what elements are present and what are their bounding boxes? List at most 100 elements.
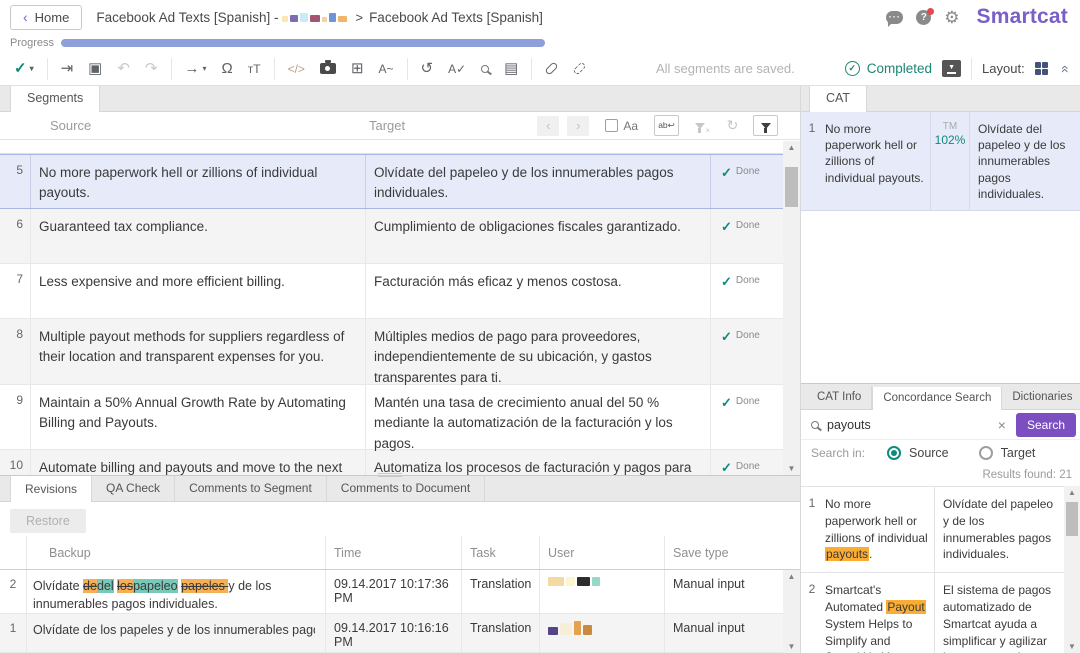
cat-match-row[interactable]: 1 No more paperwork hell or zillions of …: [801, 112, 1080, 211]
concordance-scrollbar[interactable]: ▲ ▼: [1064, 486, 1080, 653]
tab-dictionaries[interactable]: Dictionaries: [1002, 386, 1080, 409]
spellcheck-icon[interactable]: A✓: [448, 63, 466, 75]
back-chevron-icon: ‹: [23, 10, 28, 24]
goto-segment-icon[interactable]: →▾: [185, 61, 207, 76]
cat-panel: CAT 1 No more paperwork hell or zillions…: [801, 86, 1080, 383]
prev-search-result-button[interactable]: ‹: [537, 116, 559, 136]
concordance-result-row[interactable]: 2 Smartcat's Automated Payout System Hel…: [801, 573, 1064, 653]
search-button[interactable]: Search: [1016, 413, 1076, 437]
target-radio-label[interactable]: Target: [1001, 446, 1036, 460]
concordance-result-row[interactable]: 1 No more paperwork hell or zillions of …: [801, 487, 1064, 573]
revisions-scrollbar[interactable]: ▲ ▼: [783, 570, 800, 653]
special-characters-icon[interactable]: Ω: [222, 61, 233, 76]
done-check-icon: ✓: [721, 329, 732, 344]
segment-row-7[interactable]: 7 Less expensive and more efficient bill…: [0, 264, 783, 319]
segment-target[interactable]: Cumplimiento de obligaciones fiscales ga…: [365, 209, 710, 263]
tab-comments-to-document[interactable]: Comments to Document: [327, 475, 485, 501]
segment-row-8[interactable]: 8 Multiple payout methods for suppliers …: [0, 319, 783, 385]
spelling-error-icon[interactable]: A~: [379, 63, 394, 75]
tab-cat[interactable]: CAT: [809, 86, 867, 112]
chat-icon[interactable]: ···: [886, 11, 903, 24]
settings-gear-icon[interactable]: ⚙: [944, 9, 959, 26]
completed-label: Completed: [867, 61, 932, 76]
collapse-toolbar-icon[interactable]: «: [1058, 65, 1074, 73]
segment-source[interactable]: Multiple payout methods for suppliers re…: [30, 319, 365, 384]
segment-source[interactable]: No more paperwork hell or zillions of in…: [30, 155, 365, 208]
screenshot-icon[interactable]: [320, 63, 336, 74]
redo-icon[interactable]: ↷: [145, 61, 158, 76]
add-document-icon[interactable]: ⊞: [351, 61, 364, 76]
scrollbar-thumb[interactable]: [785, 167, 798, 207]
tab-cat-info[interactable]: CAT Info: [807, 386, 872, 409]
concordance-search-row: × Search: [801, 410, 1080, 440]
link-segments-icon[interactable]: [545, 61, 559, 75]
segment-status: ✓Done: [710, 319, 783, 384]
segment-source[interactable]: Guaranteed tax compliance.: [30, 209, 365, 263]
segment-target[interactable]: Facturación más eficaz y menos costosa.: [365, 264, 710, 318]
segment-source[interactable]: Maintain a 50% Annual Growth Rate by Aut…: [30, 385, 365, 449]
source-radio-label[interactable]: Source: [909, 446, 949, 460]
case-sensitive-checkbox[interactable]: [605, 119, 618, 132]
revision-row[interactable]: 2 Olvídate dedel lospapeleo papeles y de…: [0, 570, 783, 614]
unlink-segments-icon[interactable]: [573, 61, 587, 75]
filter-icon[interactable]: [753, 115, 778, 136]
ocr-image-icon[interactable]: ▣: [88, 61, 102, 76]
segment-status: ✓Done: [710, 264, 783, 318]
tab-segments[interactable]: Segments: [10, 86, 100, 112]
revision-backup-text: Olvídate de los papeles y de los innumer…: [27, 614, 326, 652]
next-search-result-button[interactable]: ›: [567, 116, 589, 136]
tab-qa-check[interactable]: QA Check: [92, 475, 175, 501]
confirm-dropdown-caret[interactable]: ▾: [30, 65, 34, 73]
segment-row-9[interactable]: 9 Maintain a 50% Annual Growth Rate by A…: [0, 385, 783, 450]
layout-grid-icon[interactable]: [1035, 62, 1049, 76]
scrollbar-thumb[interactable]: [1066, 502, 1078, 536]
segment-target[interactable]: Mantén una tasa de crecimiento anual del…: [365, 385, 710, 449]
confirm-segment-icon[interactable]: ✓▾: [14, 61, 34, 76]
help-icon[interactable]: ?: [916, 10, 931, 25]
tab-concordance-search[interactable]: Concordance Search: [872, 387, 1002, 410]
restore-button[interactable]: Restore: [10, 509, 86, 533]
scroll-down-arrow[interactable]: ▼: [783, 640, 800, 653]
segment-row-5[interactable]: 5 No more paperwork hell or zillions of …: [0, 154, 783, 209]
segments-table: 5 No more paperwork hell or zillions of …: [0, 141, 783, 475]
tab-comments-to-segment[interactable]: Comments to Segment: [175, 475, 327, 501]
insert-tag-icon[interactable]: </>: [288, 63, 305, 75]
scroll-up-arrow[interactable]: ▲: [783, 570, 800, 583]
rollback-icon[interactable]: ↺: [421, 61, 434, 76]
panel-splitter-handle[interactable]: [378, 471, 402, 478]
scroll-down-arrow[interactable]: ▼: [783, 462, 800, 475]
goto-dropdown-caret[interactable]: ▾: [203, 65, 207, 73]
wrap-text-icon[interactable]: ab↩: [654, 115, 679, 136]
undo-icon[interactable]: ↶: [117, 61, 130, 76]
copy-source-to-target-icon[interactable]: ⇥: [61, 61, 74, 76]
target-radio[interactable]: [979, 446, 993, 460]
export-download-icon[interactable]: ▼: [942, 60, 961, 77]
concordance-search-input[interactable]: [827, 418, 988, 432]
clear-filter-icon[interactable]: ×: [687, 115, 712, 136]
text-size-icon[interactable]: тT: [248, 63, 261, 75]
segment-status: ✓Done: [710, 209, 783, 263]
segment-target[interactable]: Automatiza los procesos de facturación y…: [365, 450, 710, 475]
segment-row-6[interactable]: 6 Guaranteed tax compliance. Cumplimient…: [0, 209, 783, 264]
search-segments-icon[interactable]: [481, 65, 489, 73]
revision-number: 1: [0, 614, 27, 652]
segments-scrollbar[interactable]: ▲ ▼: [783, 141, 800, 475]
segment-target[interactable]: Múltiples medios de pago para proveedore…: [365, 319, 710, 384]
segment-row-partial[interactable]: [0, 141, 783, 154]
scroll-up-arrow[interactable]: ▲: [1064, 486, 1080, 499]
clear-search-icon[interactable]: ×: [996, 417, 1008, 433]
header-right-icons: ··· ? ⚙ Smartcat: [886, 5, 1068, 29]
completed-status-button[interactable]: ✓ Completed: [845, 61, 932, 76]
dictionary-icon[interactable]: ▤: [504, 61, 518, 76]
scroll-up-arrow[interactable]: ▲: [783, 141, 800, 154]
revision-row[interactable]: 1 Olvídate de los papeles y de los innum…: [0, 614, 783, 653]
segment-source[interactable]: Less expensive and more efficient billin…: [30, 264, 365, 318]
tab-revisions[interactable]: Revisions: [10, 476, 92, 502]
segment-target[interactable]: Olvídate del papeleo y de los innumerabl…: [365, 155, 710, 208]
source-radio[interactable]: [887, 446, 901, 460]
scroll-down-arrow[interactable]: ▼: [1064, 640, 1080, 653]
home-button[interactable]: ‹ Home: [10, 5, 82, 30]
refresh-icon[interactable]: ↻: [720, 115, 745, 136]
segment-source[interactable]: Automate billing and payouts and move to…: [30, 450, 365, 475]
breadcrumb-current-document[interactable]: Facebook Ad Texts [Spanish]: [369, 10, 543, 25]
